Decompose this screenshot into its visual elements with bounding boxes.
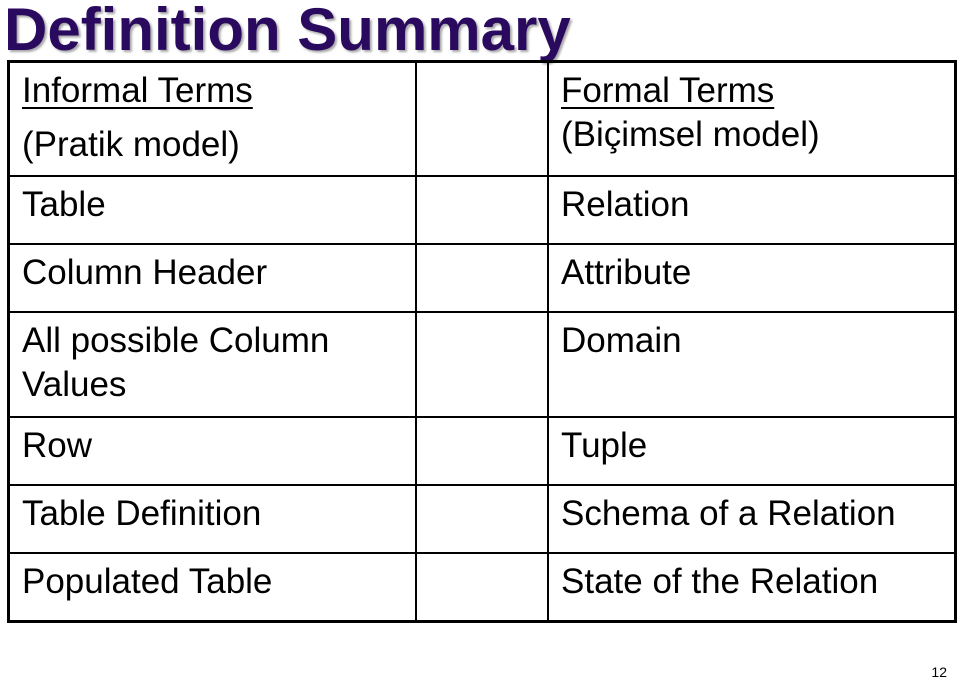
formal-term-cell: Attribute xyxy=(547,243,957,313)
middle-header-cell xyxy=(415,60,549,177)
middle-cell xyxy=(415,175,549,245)
formal-term-cell: Schema of a Relation xyxy=(547,484,957,554)
formal-term-cell: Domain xyxy=(547,311,957,418)
table-row: Table Definition Schema of a Relation xyxy=(7,484,957,554)
informal-term-cell: Column Header xyxy=(7,243,417,313)
formal-terms-label: Formal Terms xyxy=(561,71,775,110)
informal-term-cell: Table xyxy=(7,175,417,245)
formal-term-cell: State of the Relation xyxy=(547,552,957,623)
informal-terms-label: Informal Terms xyxy=(22,71,253,110)
slide-title: Definition Summary xyxy=(4,0,571,63)
middle-cell xyxy=(415,311,549,418)
middle-cell xyxy=(415,484,549,554)
table-row: Column Header Attribute xyxy=(7,243,957,313)
informal-terms-header: Informal Terms (Pratik model) xyxy=(7,60,417,177)
page-number: 12 xyxy=(931,664,947,680)
formal-terms-header: Formal Terms (Biçimsel model) xyxy=(547,60,957,177)
middle-cell xyxy=(415,552,549,623)
middle-cell xyxy=(415,416,549,486)
middle-cell xyxy=(415,243,549,313)
table-row: Row Tuple xyxy=(7,416,957,486)
formal-term-cell: Relation xyxy=(547,175,957,245)
table-row: Populated Table State of the Relation xyxy=(7,552,957,623)
formal-term-cell: Tuple xyxy=(547,416,957,486)
table-header-row: Informal Terms (Pratik model) Formal Ter… xyxy=(7,60,957,177)
informal-term-cell: All possible Column Values xyxy=(7,311,417,418)
informal-term-cell: Table Definition xyxy=(7,484,417,554)
formal-terms-sublabel: (Biçimsel model) xyxy=(561,115,820,154)
definition-summary-table: Informal Terms (Pratik model) Formal Ter… xyxy=(7,60,957,623)
informal-term-cell: Populated Table xyxy=(7,552,417,623)
informal-term-cell: Row xyxy=(7,416,417,486)
informal-terms-sublabel: (Pratik model) xyxy=(22,125,240,164)
table-row: All possible Column Values Domain xyxy=(7,311,957,418)
table-row: Table Relation xyxy=(7,175,957,245)
